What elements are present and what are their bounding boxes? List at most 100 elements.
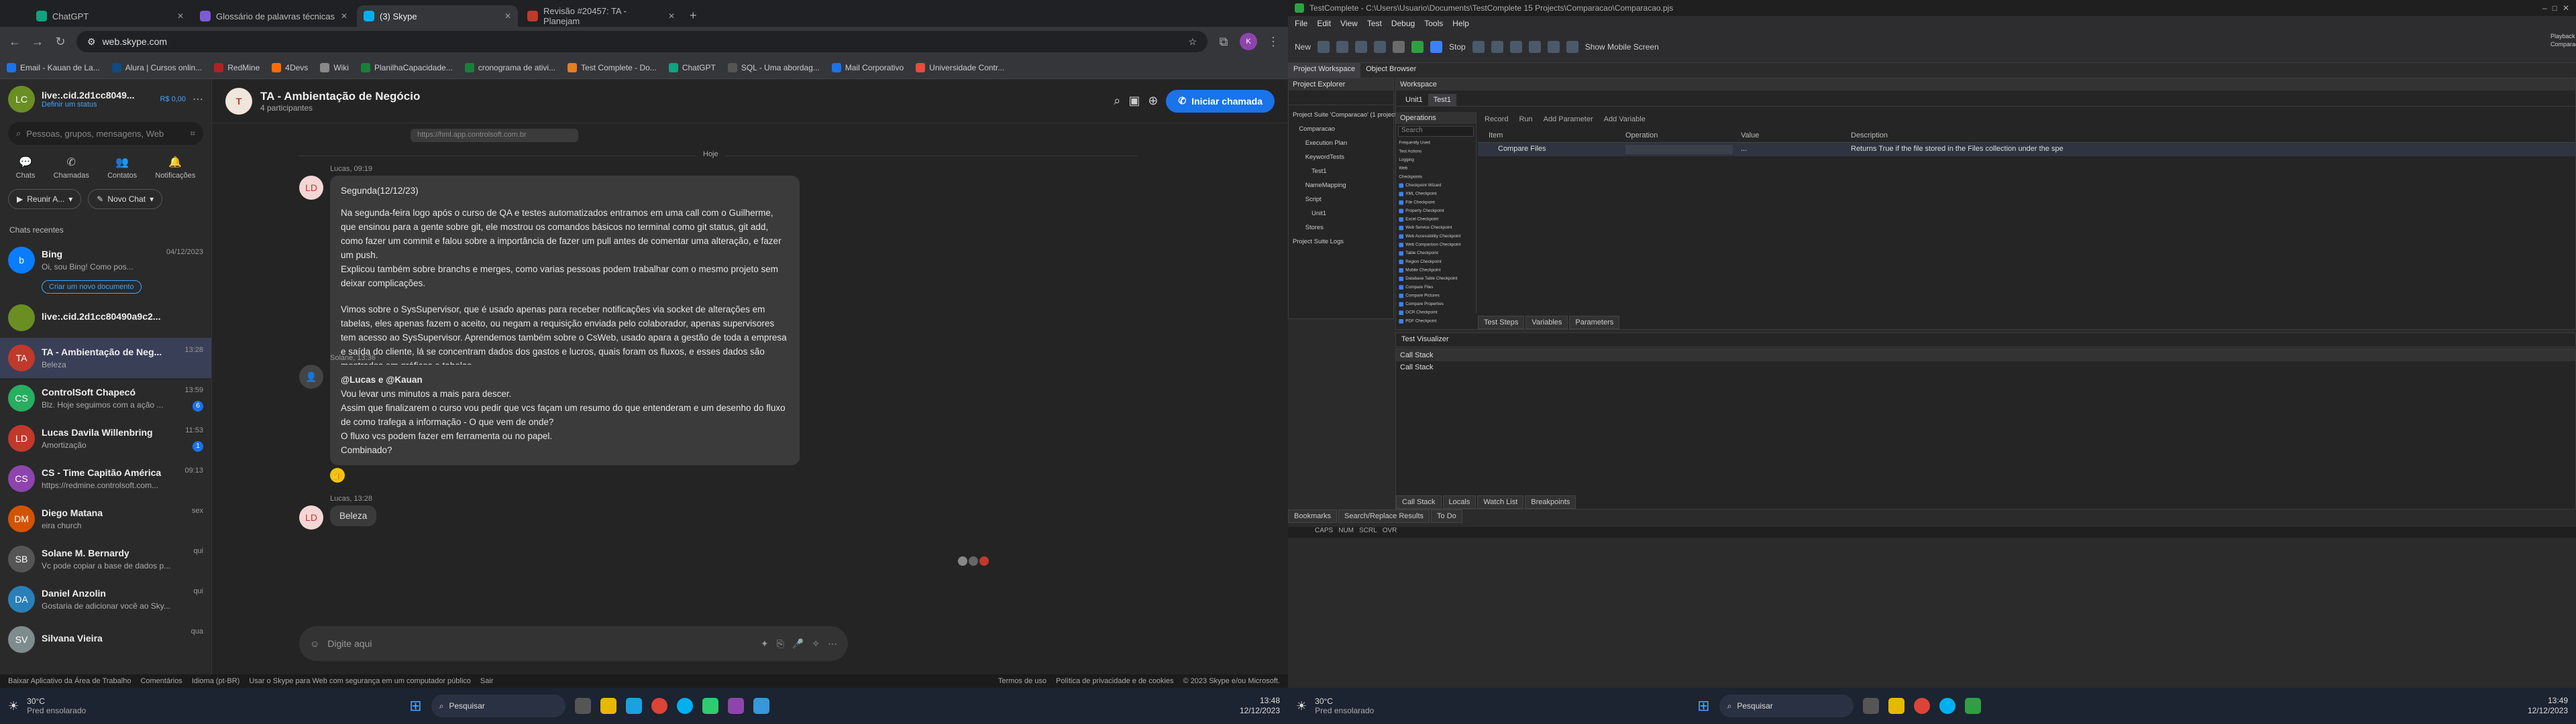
tree-node[interactable]: NameMapping — [1293, 180, 1368, 190]
keyword-toolbar-button[interactable]: Add Parameter — [1544, 115, 1593, 123]
chat-item[interactable]: SV Silvana Vieira qua — [0, 619, 211, 660]
maximize-icon[interactable]: □ — [2553, 3, 2557, 13]
column-header[interactable]: Value — [1741, 128, 1759, 143]
stop-label[interactable]: Stop — [1449, 42, 1466, 52]
mobile-icon[interactable] — [1566, 40, 1578, 53]
operation-item[interactable]: Web Accessibility Checkpoint — [1396, 232, 1477, 241]
close-icon[interactable]: ✕ — [2563, 3, 2569, 13]
dialpad-icon[interactable]: ⌗ — [191, 128, 195, 139]
menu-item[interactable]: Debug — [1391, 19, 1415, 28]
windows-start-icon[interactable]: ⊞ — [409, 697, 421, 715]
browser-tab[interactable]: (3) Skype ✕ — [357, 5, 518, 27]
record-icon[interactable] — [1393, 40, 1405, 53]
save-icon[interactable] — [1336, 40, 1349, 53]
app-icon[interactable] — [727, 698, 744, 714]
operation-item[interactable]: Region Checkpoint — [1396, 257, 1477, 266]
operation-item[interactable]: Web Comparison Checkpoint — [1396, 241, 1477, 249]
new-tab-icon[interactable]: + — [684, 9, 702, 27]
chat-item[interactable]: TA TA - Ambientação de Neg... Beleza 13:28 — [0, 338, 211, 378]
open-icon[interactable] — [1318, 40, 1330, 53]
menu-item[interactable]: File — [1295, 19, 1307, 28]
footer-link[interactable]: Comentários — [140, 677, 182, 685]
search-input[interactable]: ⌕ Pessoas, grupos, mensagens, Web ⌗ — [8, 122, 203, 145]
tree-node[interactable]: Test1 — [1293, 166, 1368, 176]
chrome-menu-icon[interactable]: ⋮ — [1267, 35, 1280, 49]
profile-status[interactable]: Definir um status — [42, 101, 153, 109]
close-icon[interactable]: ✕ — [341, 11, 347, 21]
clock-time[interactable]: 13:48 — [1240, 696, 1280, 706]
operation-item[interactable]: Mobile Checkpoint — [1396, 266, 1477, 275]
new-chat-button[interactable]: ✎ Novo Chat ▾ — [88, 189, 163, 209]
show-mobile-screen-button[interactable]: Show Mobile Screen — [1585, 42, 1659, 52]
chats-nav[interactable]: 💬 Chats — [16, 156, 36, 180]
message-bubble[interactable]: Beleza — [330, 505, 377, 526]
app-icon[interactable] — [702, 698, 718, 714]
add-people-icon[interactable]: ⊕ — [1148, 94, 1158, 108]
thumbs-up-reaction-icon[interactable]: 👍 — [330, 468, 345, 483]
star-icon[interactable]: ☆ — [1188, 36, 1197, 48]
bookmark-item[interactable]: Alura | Cursos onlin... — [111, 62, 202, 72]
debug-tab[interactable]: Locals — [1442, 495, 1477, 509]
bookmark-item[interactable]: Universidade Contr... — [916, 62, 1004, 72]
debug-tab[interactable]: Watch List — [1477, 495, 1524, 509]
conversation-title[interactable]: TA - Ambientação de Negócio — [260, 90, 1106, 103]
reload-icon[interactable]: ↻ — [54, 35, 67, 49]
bottom-tab[interactable]: Bookmarks — [1288, 509, 1338, 523]
operation-item[interactable]: Test Actions — [1396, 147, 1477, 156]
app-icon[interactable] — [753, 698, 769, 714]
bookmark-item[interactable]: Email - Kauan de La... — [7, 62, 100, 72]
composer-placeholder[interactable]: Digite aqui — [327, 638, 753, 649]
calls-nav[interactable]: ✆ Chamadas — [54, 156, 89, 180]
operation-item[interactable]: Compare Files — [1396, 283, 1477, 292]
table-row[interactable]: Compare Files ... Returns True if the fi… — [1478, 143, 2575, 156]
close-icon[interactable]: ✕ — [504, 11, 511, 21]
keyword-toolbar-button[interactable]: Run — [1519, 115, 1532, 123]
contacts-nav[interactable]: 👥 Contatos — [107, 156, 137, 180]
bookmark-item[interactable]: ChatGPT — [668, 62, 716, 72]
tab-parameters[interactable]: Parameters — [1569, 316, 1620, 329]
tree-node[interactable]: Unit1 — [1293, 208, 1368, 219]
operation-item[interactable]: Frequently Used — [1396, 139, 1477, 147]
clock-date[interactable]: 12/12/2023 — [1240, 706, 1280, 716]
stop-icon[interactable] — [1430, 40, 1443, 53]
chat-item[interactable]: SB Solane M. Bernardy Vc pode copiar a bas… — [0, 539, 211, 579]
tab-object-browser[interactable]: Object Browser — [1360, 63, 1421, 78]
notifications-nav[interactable]: 🔔 Notificações — [155, 156, 195, 180]
tab-test-steps[interactable]: Test Steps — [1478, 316, 1525, 329]
search-icon[interactable]: ⌕ — [1114, 94, 1120, 108]
task-view-icon[interactable] — [1862, 698, 1879, 714]
redo-icon[interactable] — [1374, 40, 1387, 53]
mic-icon[interactable]: 🎤 — [792, 638, 804, 650]
operation-item[interactable]: PDF Checkpoint — [1396, 317, 1477, 326]
clock-time[interactable]: 13:49 — [2528, 696, 2568, 706]
operation-item[interactable]: Excel Checkpoint — [1396, 215, 1477, 224]
operation-item[interactable]: OCR Checkpoint — [1396, 308, 1477, 317]
column-header[interactable]: Description — [1851, 128, 1888, 143]
emoji-icon[interactable]: ☺ — [310, 638, 319, 649]
more-icon[interactable]: ⋯ — [828, 638, 837, 650]
tab-unit1[interactable]: Unit1 — [1400, 94, 1428, 106]
sparkle-icon[interactable]: ✧ — [812, 638, 820, 650]
undo-icon[interactable] — [1355, 40, 1368, 53]
bottom-tab[interactable]: To Do — [1431, 509, 1462, 523]
close-icon[interactable]: ✕ — [668, 11, 675, 21]
bookmark-item[interactable]: 4Devs — [272, 62, 308, 72]
link-preview[interactable]: https://hml.app.controlsoft.com.br — [411, 129, 578, 142]
column-header[interactable]: Operation — [1625, 128, 1658, 143]
footer-link[interactable]: © 2023 Skype e/ou Microsoft. — [1183, 677, 1280, 685]
chat-item[interactable]: LD Lucas Davila Willenbring Amortização 11:… — [0, 418, 211, 459]
bookmark-item[interactable]: Mail Corporativo — [831, 62, 904, 72]
operation-item[interactable]: Compare Properties — [1396, 300, 1477, 308]
participants-count[interactable]: 4 participantes — [260, 103, 1106, 113]
avatar[interactable]: 👤 — [299, 365, 323, 389]
tree-node[interactable]: Stores — [1293, 222, 1368, 233]
profile-avatar[interactable]: K — [1240, 33, 1257, 50]
bookmark-item[interactable]: Test Complete - Do... — [568, 62, 657, 72]
credit-balance[interactable]: R$ 0,00 — [160, 95, 186, 103]
avatar[interactable]: LD — [299, 505, 323, 530]
menu-item[interactable]: Help — [1452, 19, 1469, 28]
menu-item[interactable]: Test — [1367, 19, 1382, 28]
chat-item[interactable]: DA Daniel Anzolin Gostaria de adicionar vo… — [0, 579, 211, 619]
chevron-down-icon[interactable]: ▾ — [68, 194, 72, 204]
bookmark-item[interactable]: Wiki — [320, 62, 349, 72]
